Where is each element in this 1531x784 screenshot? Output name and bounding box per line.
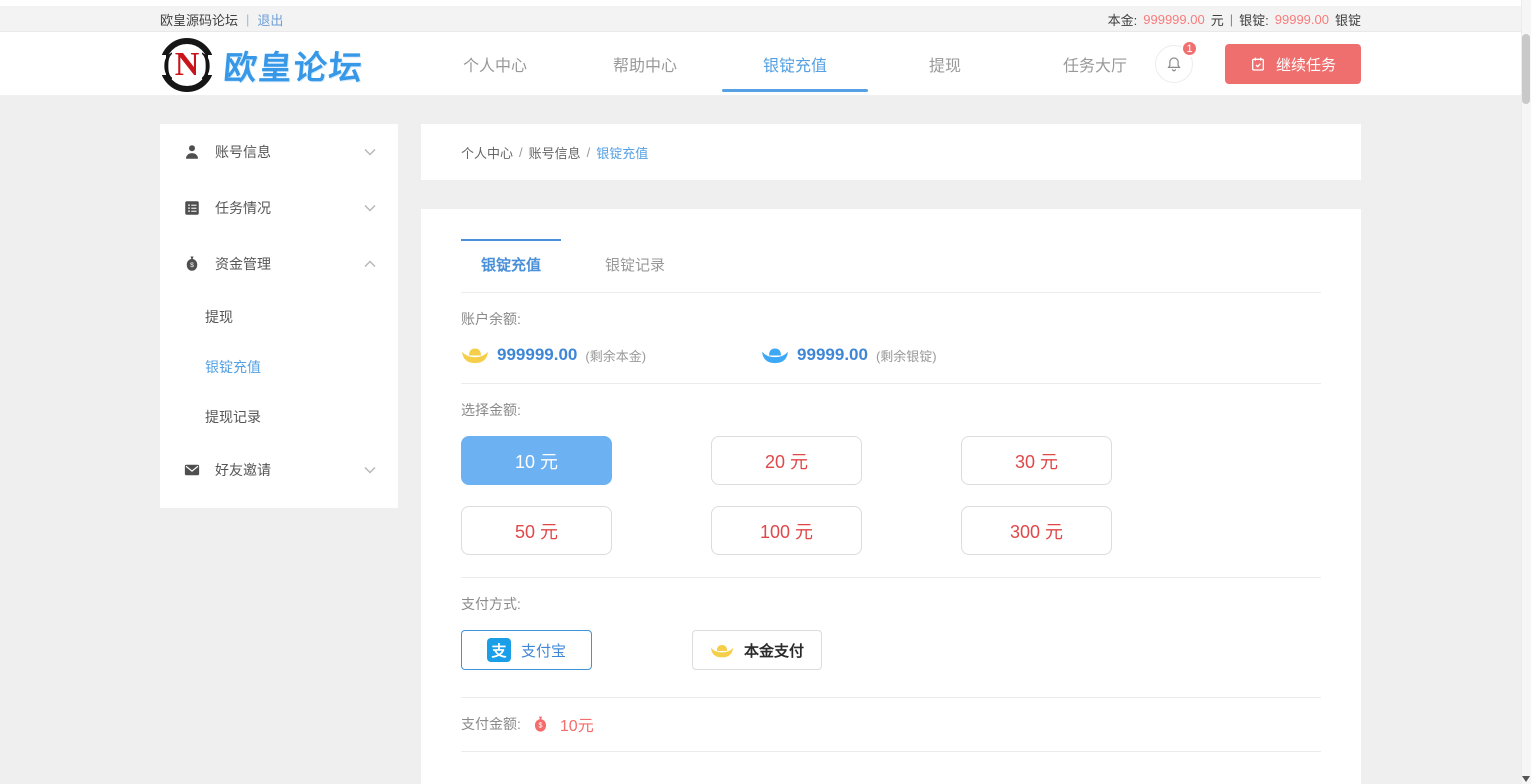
- chevron-down-icon: [364, 204, 376, 212]
- balance-section: 账户余额: 999999.00 (剩余本金): [461, 293, 1321, 384]
- svg-text:$: $: [190, 262, 194, 269]
- principal-balance-value: 999999.00: [497, 345, 577, 365]
- nav-item-task-hall[interactable]: 任务大厅: [1020, 32, 1170, 96]
- topbar-left: 欧皇源码论坛 | 退出: [160, 6, 283, 32]
- continue-task-label: 继续任务: [1276, 54, 1336, 75]
- main-nav: 个人中心 帮助中心 银锭充值 提现 任务大厅: [420, 32, 1170, 96]
- amount-label: 选择金额:: [461, 400, 1321, 420]
- sidebar-subitem-ingot-recharge[interactable]: 银锭充值: [160, 342, 398, 392]
- continue-task-button[interactable]: 继续任务: [1225, 44, 1361, 84]
- nav-item-help-center[interactable]: 帮助中心: [570, 32, 720, 96]
- amount-option-30[interactable]: 30 元: [961, 436, 1112, 485]
- breadcrumb: 个人中心 / 账号信息 / 银锭充值: [421, 124, 1361, 180]
- amount-option-20[interactable]: 20 元: [711, 436, 862, 485]
- recharge-card: 银锭充值 银锭记录 账户余额: 999999.00 (剩余本金): [421, 209, 1361, 784]
- main-header: () N 欧皇论坛 个人中心 帮助中心 银锭充值 提现 任务大厅 1 继续任务: [0, 32, 1531, 96]
- pay-amount-section: 支付金额: $ 10元: [461, 698, 1321, 752]
- amount-option-50[interactable]: 50 元: [461, 506, 612, 555]
- bell-icon: [1165, 55, 1183, 73]
- gold-ingot-icon: [461, 345, 489, 365]
- ingot-balance-value: 99999.00: [797, 345, 868, 365]
- pay-amount-value: 10元: [560, 712, 594, 736]
- principal-label: 本金:: [1108, 10, 1138, 29]
- sidebar-item-label: 账号信息: [215, 142, 271, 162]
- logout-link[interactable]: 退出: [257, 10, 283, 29]
- sidebar-item-label: 资金管理: [215, 254, 271, 274]
- breadcrumb-separator: /: [587, 145, 591, 160]
- envelope-icon: [183, 461, 201, 479]
- site-name: 欧皇源码论坛: [160, 10, 238, 29]
- principal-balance-note: (剩余本金): [585, 346, 646, 365]
- sidebar-item-friend-invite[interactable]: 好友邀请: [160, 442, 398, 498]
- nav-item-withdraw[interactable]: 提现: [870, 32, 1020, 96]
- ingot-balance: 99999.00 (剩余银锭): [761, 345, 937, 365]
- sidebar-item-fund-management[interactable]: $ 资金管理: [160, 236, 398, 292]
- sidebar-subitem-withdraw-records[interactable]: 提现记录: [160, 392, 398, 442]
- alipay-icon: 支: [487, 638, 511, 662]
- topbar-balances: 本金: 999999.00 元 | 银锭: 99999.00 银锭: [1108, 6, 1361, 32]
- breadcrumb-current-page: 银锭充值: [596, 143, 648, 162]
- site-logo[interactable]: () N 欧皇论坛: [160, 36, 364, 94]
- red-moneybag-icon: $: [531, 715, 550, 734]
- topbar-separator: |: [246, 12, 249, 27]
- sidebar: 账号信息 任务情况 $ 资金管理 提现 银锭充值 提现记录: [160, 124, 398, 508]
- scrollbar-thumb[interactable]: [1522, 34, 1530, 104]
- ingot-unit: 银锭: [1335, 10, 1361, 29]
- chevron-up-icon: [364, 260, 376, 268]
- breadcrumb-separator: /: [519, 145, 523, 160]
- logo-text: 欧皇论坛: [222, 41, 366, 89]
- card-tabs: 银锭充值 银锭记录: [461, 239, 1321, 293]
- vertical-scrollbar[interactable]: [1521, 0, 1531, 784]
- blue-ingot-icon: [761, 345, 789, 365]
- nav-item-ingot-recharge[interactable]: 银锭充值: [720, 32, 870, 96]
- sidebar-item-account-info[interactable]: 账号信息: [160, 124, 398, 180]
- calendar-check-icon: [1250, 56, 1266, 72]
- sidebar-subitem-withdraw[interactable]: 提现: [160, 292, 398, 342]
- ingot-balance-note: (剩余银锭): [876, 346, 937, 365]
- payment-method-principal[interactable]: 本金支付: [692, 630, 822, 670]
- list-icon: [183, 199, 201, 217]
- scrollbar-down-arrow[interactable]: [1522, 776, 1530, 782]
- balance-label: 账户余额:: [461, 309, 1321, 329]
- amount-option-10[interactable]: 10 元: [461, 436, 612, 485]
- payment-label: 支付方式:: [461, 594, 1321, 614]
- top-strip: 欧皇源码论坛 | 退出 本金: 999999.00 元 | 银锭: 99999.…: [0, 6, 1531, 32]
- amount-options: 10 元 20 元 30 元 50 元 100 元 300 元: [461, 436, 1321, 555]
- payment-method-alipay[interactable]: 支 支付宝: [461, 630, 592, 670]
- notification-button[interactable]: 1: [1155, 45, 1193, 83]
- tab-ingot-records[interactable]: 银锭记录: [585, 239, 685, 292]
- principal-balance: 999999.00 (剩余本金): [461, 345, 646, 365]
- moneybag-icon: $: [183, 255, 201, 273]
- pay-amount-label: 支付金额:: [461, 714, 521, 734]
- amount-option-300[interactable]: 300 元: [961, 506, 1112, 555]
- sidebar-item-label: 好友邀请: [215, 460, 271, 480]
- sidebar-item-label: 任务情况: [215, 198, 271, 218]
- gold-ingot-icon: [710, 642, 734, 659]
- topbar-divider: |: [1230, 12, 1233, 27]
- page-background: 账号信息 任务情况 $ 资金管理 提现 银锭充值 提现记录: [0, 96, 1531, 784]
- logo-mark-icon: () N: [160, 38, 214, 92]
- nav-item-personal-center[interactable]: 个人中心: [420, 32, 570, 96]
- ingot-label: 银锭:: [1239, 10, 1269, 29]
- user-icon: [183, 143, 201, 161]
- breadcrumb-account-info[interactable]: 账号信息: [529, 143, 581, 162]
- sidebar-item-task-status[interactable]: 任务情况: [160, 180, 398, 236]
- chevron-down-icon: [364, 148, 376, 156]
- breadcrumb-personal-center[interactable]: 个人中心: [461, 143, 513, 162]
- principal-value: 999999.00: [1143, 12, 1204, 27]
- payment-method-label: 本金支付: [744, 640, 804, 661]
- ingot-value: 99999.00: [1275, 12, 1329, 27]
- amount-section: 选择金额: 10 元 20 元 30 元 50 元 100 元 300 元: [461, 384, 1321, 578]
- payment-method-label: 支付宝: [521, 640, 566, 661]
- notification-badge: 1: [1181, 40, 1198, 57]
- svg-text:$: $: [538, 721, 542, 729]
- principal-unit: 元: [1211, 10, 1224, 29]
- tab-ingot-recharge[interactable]: 银锭充值: [461, 239, 561, 292]
- chevron-down-icon: [364, 466, 376, 474]
- payment-section: 支付方式: 支 支付宝 本金支付: [461, 578, 1321, 698]
- amount-option-100[interactable]: 100 元: [711, 506, 862, 555]
